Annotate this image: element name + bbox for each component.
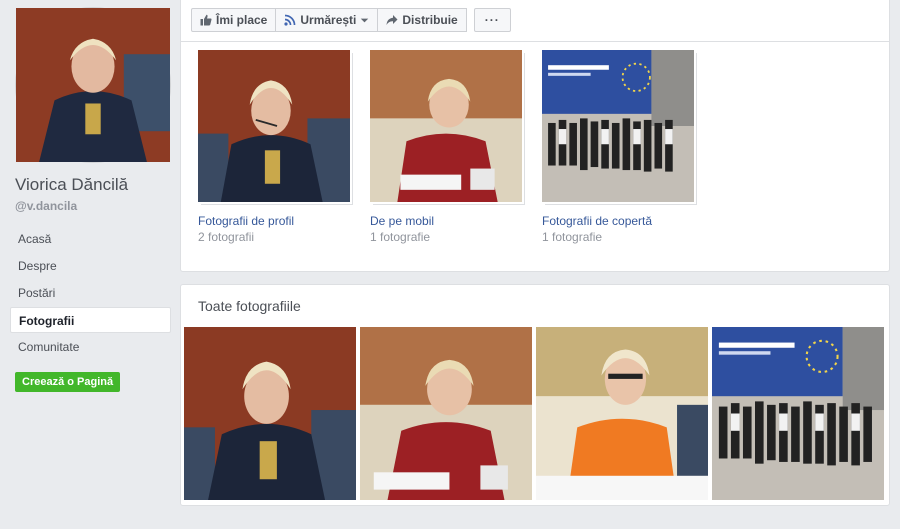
chevron-down-icon (361, 18, 369, 22)
more-options-button[interactable]: ··· (473, 8, 511, 32)
create-page-button[interactable]: Creează o Pagină (15, 372, 121, 392)
album-thumbnail[interactable] (370, 50, 522, 202)
album-mobile-uploads[interactable]: De pe mobil 1 fotografie (370, 50, 522, 244)
action-bar: Îmi place Urmărești Distribuie ··· (180, 0, 890, 42)
albums-section: Fotografii de profil 2 fotografii De pe … (180, 42, 890, 272)
album-title[interactable]: Fotografii de copertă (542, 214, 694, 228)
album-thumbnail[interactable] (542, 50, 694, 202)
album-count: 1 fotografie (542, 230, 603, 244)
all-photos-section: Toate fotografiile (180, 284, 890, 506)
profile-handle: @v.dancila (15, 199, 78, 213)
photo-thumbnail[interactable] (360, 327, 532, 500)
photo-grid (184, 327, 884, 500)
profile-photo (16, 8, 170, 162)
album-title[interactable]: Fotografii de profil (198, 214, 350, 228)
like-button[interactable]: Îmi place (191, 8, 277, 32)
album-count: 2 fotografii (198, 230, 255, 244)
nav-item-comunitate[interactable]: Comunitate (10, 334, 171, 360)
album-thumbnail[interactable] (198, 50, 350, 202)
like-label: Îmi place (216, 13, 268, 27)
left-sidebar: Viorica Dăncilă @v.dancila Acasă Despre … (0, 0, 180, 529)
photo-thumbnail[interactable] (536, 327, 708, 500)
nav-item-postari[interactable]: Postări (10, 280, 171, 306)
photo-thumbnail[interactable] (184, 327, 356, 500)
album-profile-photos[interactable]: Fotografii de profil 2 fotografii (198, 50, 350, 244)
album-count: 1 fotografie (370, 230, 431, 244)
profile-name[interactable]: Viorica Dăncilă (15, 175, 128, 195)
follow-button[interactable]: Urmărești (275, 8, 379, 32)
nav-item-despre[interactable]: Despre (10, 253, 171, 279)
rss-icon (284, 14, 296, 26)
album-title[interactable]: De pe mobil (370, 214, 522, 228)
nav-item-acasa[interactable]: Acasă (10, 226, 171, 252)
album-cover-photos[interactable]: Fotografii de copertă 1 fotografie (542, 50, 694, 244)
share-label: Distribuie (402, 13, 458, 27)
action-buttons: Îmi place Urmărești Distribuie ··· (191, 8, 511, 32)
page-nav: Acasă Despre Postări Fotografii Comunita… (10, 226, 171, 361)
share-arrow-icon (386, 15, 398, 25)
section-title: Toate fotografiile (198, 298, 301, 314)
thumbs-up-icon (200, 14, 212, 26)
profile-picture[interactable] (16, 8, 170, 162)
nav-item-fotografii[interactable]: Fotografii (10, 307, 171, 333)
share-button[interactable]: Distribuie (377, 8, 467, 32)
follow-label: Urmărești (300, 13, 357, 27)
photo-thumbnail[interactable] (712, 327, 884, 500)
